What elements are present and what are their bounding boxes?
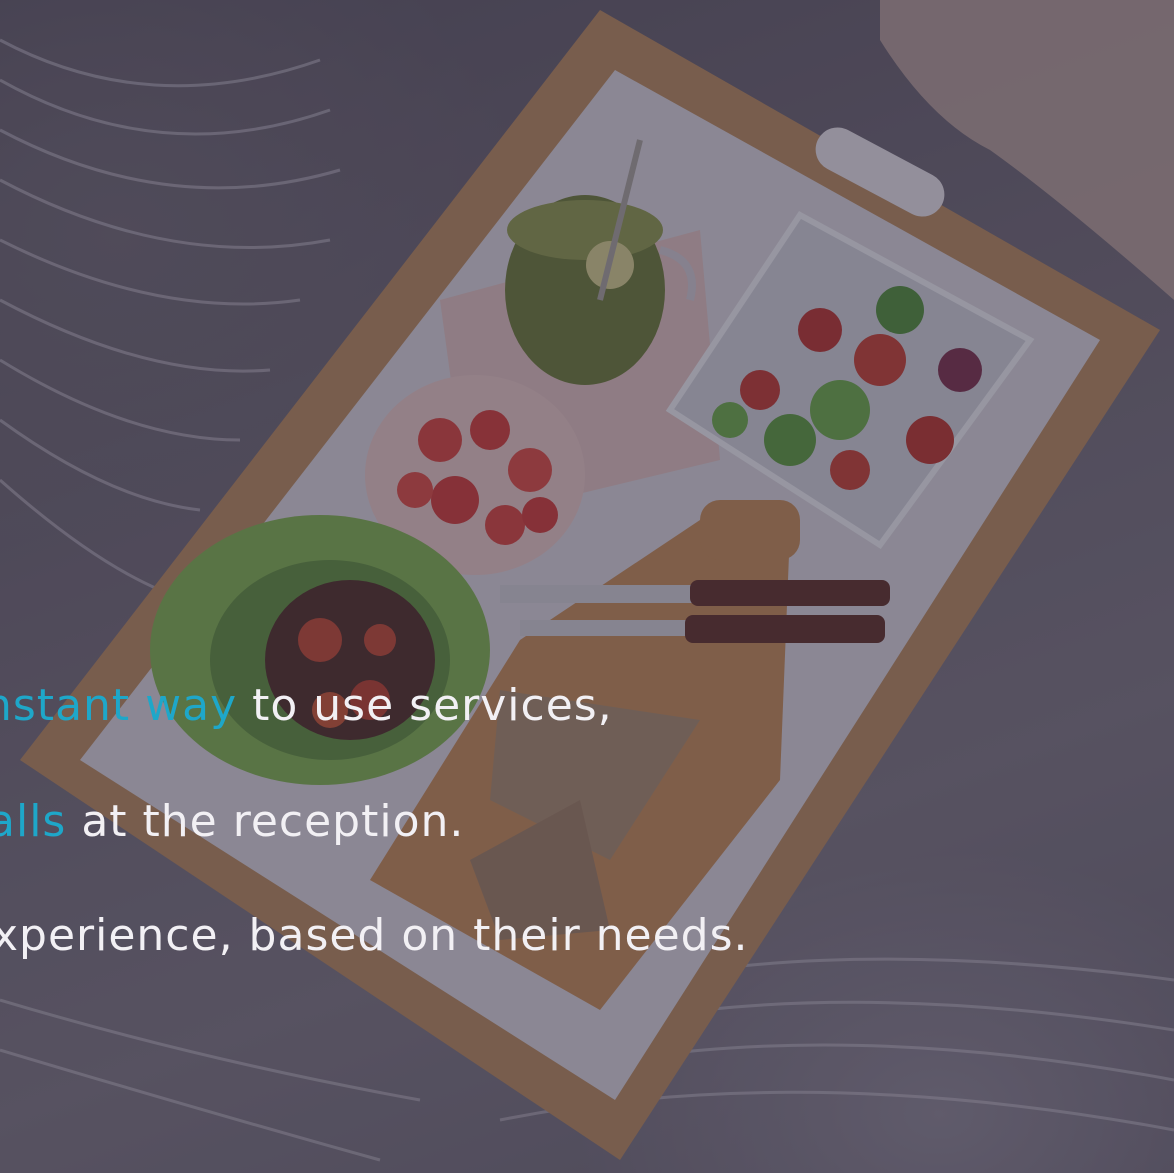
- dark-overlay: [0, 0, 1174, 1173]
- caption-line-1-accent: nstant way: [0, 680, 238, 731]
- caption-line-1-text: to use services,: [237, 680, 613, 731]
- caption-line-2-accent: alls: [0, 796, 67, 847]
- hero-section: nstant way to use services, alls at the …: [0, 0, 1174, 1173]
- caption-line-2-text: at the reception.: [66, 796, 465, 847]
- caption-line-1: nstant way to use services,: [0, 684, 613, 728]
- caption-line-3-text: xperience, based on their needs.: [0, 910, 749, 961]
- caption-line-2: alls at the reception.: [0, 800, 464, 844]
- caption-line-3: xperience, based on their needs.: [0, 914, 749, 958]
